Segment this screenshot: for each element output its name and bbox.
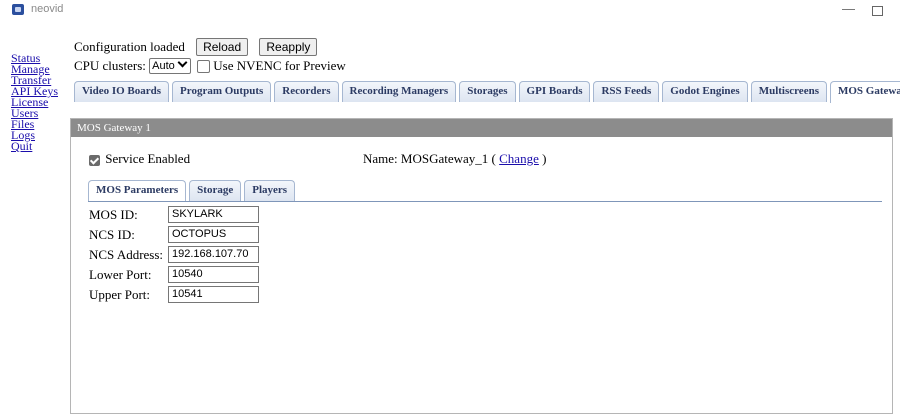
- service-enabled-checkbox[interactable]: [89, 154, 100, 166]
- title-bar: neovid —: [0, 0, 900, 20]
- ncs-id-input[interactable]: OCTOPUS: [168, 226, 259, 243]
- paren-close: ): [542, 151, 547, 166]
- sidebar-nav: Status Manage Transfer API Keys License …: [11, 52, 67, 152]
- tab-recording-managers[interactable]: Recording Managers: [341, 81, 457, 102]
- minimize-icon[interactable]: —: [842, 1, 855, 16]
- tab-storages[interactable]: Storages: [459, 81, 516, 102]
- reload-button[interactable]: Reload: [196, 38, 249, 57]
- service-enabled-label: Service Enabled: [105, 151, 191, 166]
- reapply-button[interactable]: Reapply: [259, 38, 318, 57]
- app-title: neovid: [31, 3, 64, 15]
- subtab-players[interactable]: Players: [244, 180, 296, 201]
- maximize-icon[interactable]: [872, 6, 883, 16]
- cpu-clusters-select[interactable]: Auto: [149, 57, 191, 75]
- nvenc-checkbox[interactable]: [197, 59, 211, 73]
- cpu-clusters-value: Auto: [152, 60, 175, 73]
- name-label: Name:: [363, 151, 398, 166]
- paren-open: (: [491, 151, 496, 166]
- subtab-divider: [88, 201, 882, 202]
- mos-id-input[interactable]: SKYLARK: [168, 206, 259, 223]
- tab-gpi-boards[interactable]: GPI Boards: [518, 81, 591, 102]
- tab-video-io-boards[interactable]: Video IO Boards: [74, 81, 170, 102]
- panel-title: MOS Gateway 1: [71, 119, 892, 137]
- subtab-mos-parameters[interactable]: MOS Parameters: [88, 180, 187, 202]
- chevron-down-icon: [177, 57, 188, 68]
- nav-quit-link[interactable]: Quit: [11, 140, 67, 152]
- upper-port-label: Upper Port:: [89, 287, 151, 302]
- ncs-address-input[interactable]: 192.168.107.70: [168, 246, 259, 263]
- service-enabled-row: Service Enabled: [89, 151, 190, 167]
- change-name-link[interactable]: Change: [499, 151, 539, 166]
- upper-port-input[interactable]: 10541: [168, 286, 259, 303]
- tab-rss-feeds[interactable]: RSS Feeds: [593, 81, 660, 102]
- lower-port-label: Lower Port:: [89, 267, 152, 282]
- config-status-text: Configuration loaded: [74, 39, 185, 55]
- app-icon: [12, 4, 24, 15]
- name-value: MOSGateway_1: [400, 151, 489, 166]
- config-status-row: Configuration loaded Reload Reapply: [74, 38, 318, 57]
- gateway-subtabs: MOS Parameters Storage Players: [88, 180, 296, 202]
- mos-gateway-panel: MOS Gateway 1 Service Enabled Name: MOSG…: [70, 118, 893, 414]
- cpu-clusters-label: CPU clusters:: [74, 58, 146, 74]
- ncs-address-label: NCS Address:: [89, 247, 164, 262]
- lower-port-input[interactable]: 10540: [168, 266, 259, 283]
- tab-multiscreens[interactable]: Multiscreens: [750, 81, 827, 102]
- tab-mos-gateways[interactable]: MOS Gateways: [829, 81, 900, 103]
- gateway-name-row: Name: MOSGateway_1 ( Change ): [363, 151, 546, 167]
- subtab-storage[interactable]: Storage: [189, 180, 242, 201]
- ncs-id-label: NCS ID:: [89, 227, 135, 242]
- mos-id-label: MOS ID:: [89, 207, 138, 222]
- cpu-row: CPU clusters: Auto Use NVENC for Preview: [74, 57, 346, 75]
- tab-program-outputs[interactable]: Program Outputs: [172, 81, 272, 102]
- tab-godot-engines[interactable]: Godot Engines: [662, 81, 748, 102]
- main-tabs: Video IO Boards Program Outputs Recorder…: [74, 81, 900, 103]
- tab-recorders[interactable]: Recorders: [274, 81, 339, 102]
- nvenc-label: Use NVENC for Preview: [213, 58, 346, 74]
